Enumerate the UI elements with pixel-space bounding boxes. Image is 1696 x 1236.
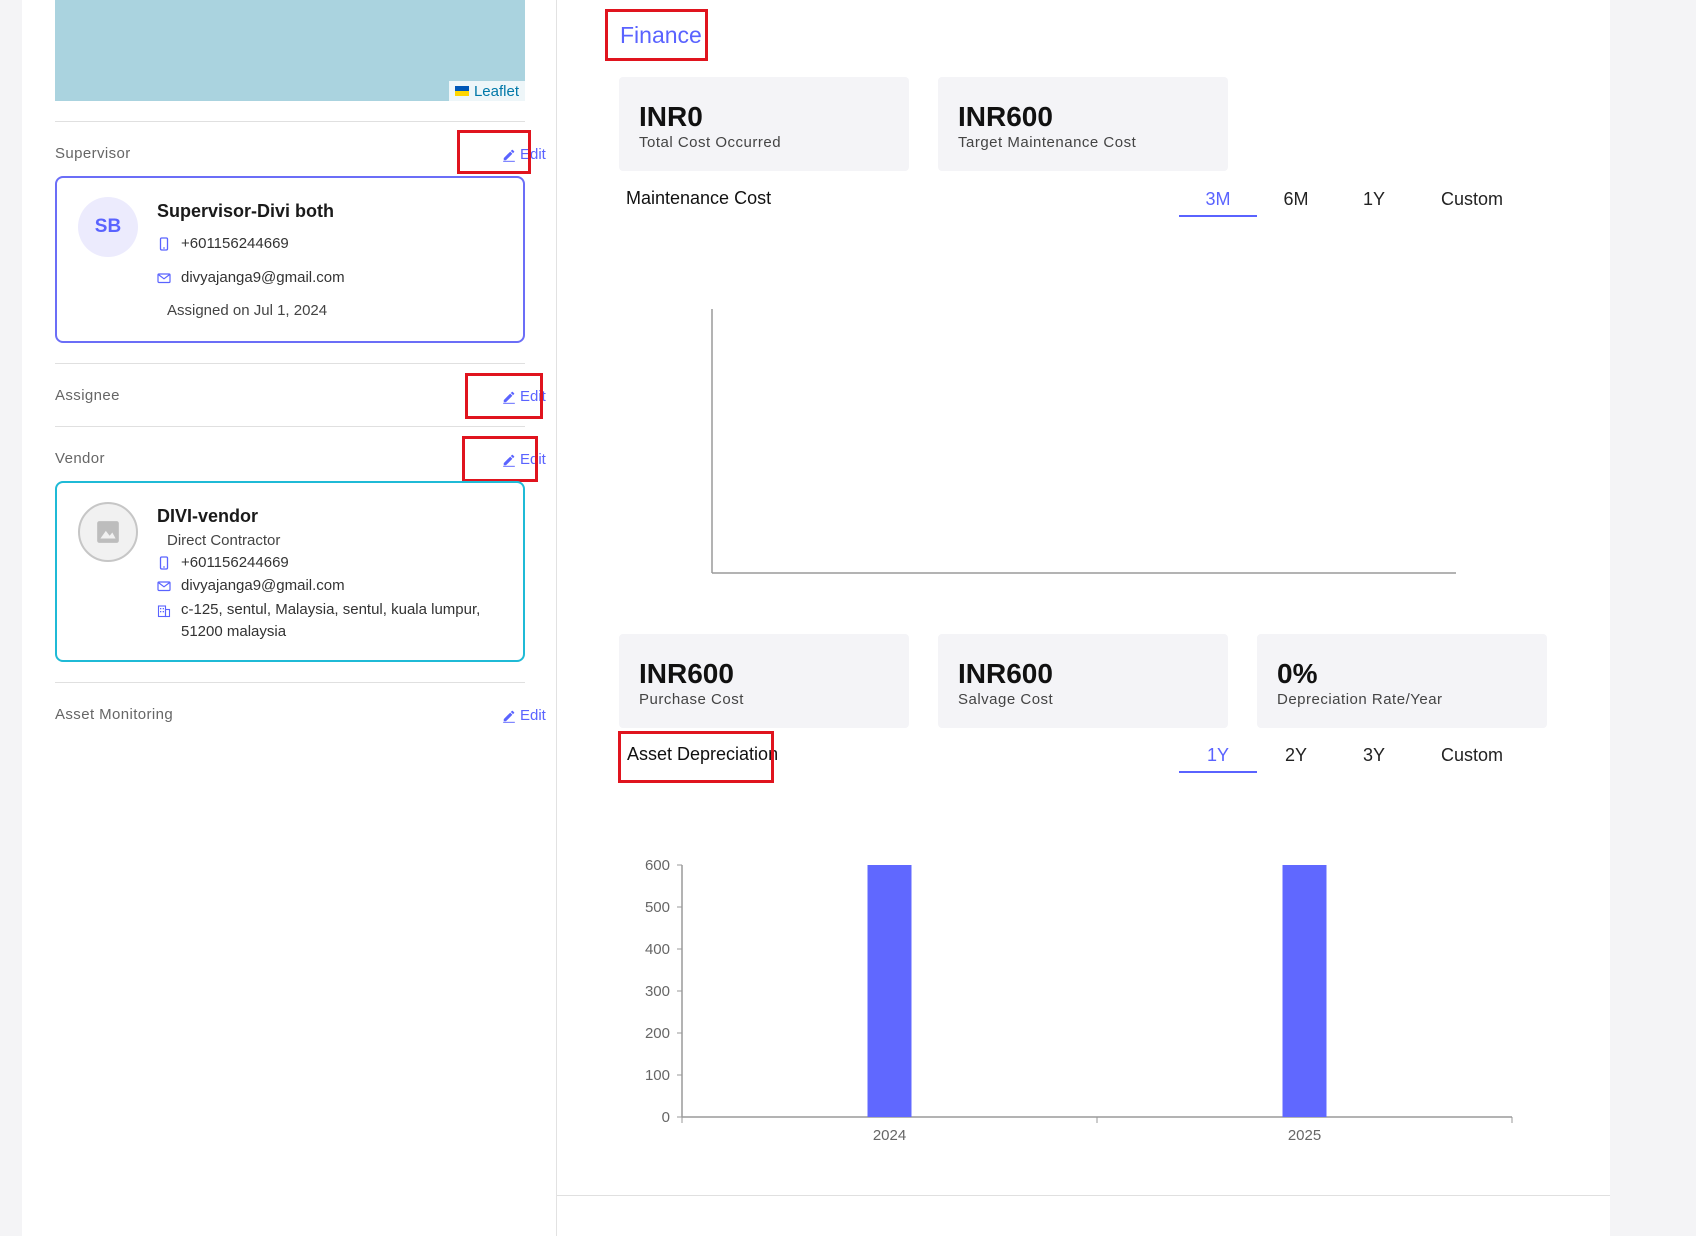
stat-card-purchase-cost: INR600 Purchase Cost: [619, 634, 909, 728]
highlight-box: [462, 436, 538, 482]
phone-icon: [159, 556, 169, 570]
divider: [55, 363, 525, 364]
vendor-name: DIVI-vendor: [157, 506, 259, 526]
vendor-phone-text: +601156244669: [181, 554, 289, 571]
vendor-address-line2: 51200 malaysia: [181, 623, 287, 640]
y-tick-label: 200: [645, 1025, 670, 1042]
assignee-label: Assignee: [55, 387, 120, 404]
supervisor-card[interactable]: SB Supervisor-Divi both +601156244669 di…: [55, 176, 525, 343]
tab-custom[interactable]: Custom: [1420, 189, 1524, 217]
vendor-label: Vendor: [55, 450, 105, 467]
tab-2y[interactable]: 2Y: [1257, 745, 1335, 773]
tab-6m[interactable]: 6M: [1257, 189, 1335, 217]
divider: [55, 682, 525, 683]
image-placeholder-icon: [97, 521, 119, 543]
tab-custom[interactable]: Custom: [1420, 745, 1524, 773]
highlight-box: [465, 373, 543, 419]
phone-icon: [159, 237, 169, 251]
stat-value: INR600: [639, 658, 734, 689]
map-attribution-label: Leaflet: [473, 82, 519, 100]
assigned-date: Assigned on Jul 1, 2024: [167, 302, 328, 319]
y-tick-label: 500: [645, 899, 670, 916]
y-tick-label: 300: [645, 983, 670, 1000]
highlight-box: [457, 130, 531, 174]
vendor-type: Direct Contractor: [167, 532, 281, 549]
y-tick-label: 0: [662, 1109, 670, 1126]
vendor-phone: +601156244669: [157, 554, 289, 571]
edit-label: Edit: [520, 707, 546, 724]
pencil-icon: [503, 710, 515, 723]
stat-label: Total Cost Occurred: [639, 134, 782, 151]
bar: [1282, 865, 1327, 1117]
stat-value: 0%: [1277, 658, 1318, 689]
y-tick-label: 100: [645, 1067, 670, 1084]
avatar: [78, 502, 138, 562]
asset-monitoring-edit-button[interactable]: Edit: [502, 707, 546, 724]
building-icon: [157, 605, 171, 618]
details-panel: Leaflet Supervisor Edit SB Supervisor-Di…: [22, 0, 557, 1236]
tab-3m[interactable]: 3M: [1179, 189, 1257, 217]
maintenance-cost-title: Maintenance Cost: [626, 188, 772, 208]
stat-card-target-maintenance: INR600 Target Maintenance Cost: [938, 77, 1228, 171]
vendor-card[interactable]: DIVI-vendor Direct Contractor +601156244…: [55, 481, 525, 662]
highlight-box: [605, 9, 708, 61]
stat-label: Target Maintenance Cost: [958, 134, 1137, 151]
divider: [55, 121, 525, 122]
page: Leaflet Supervisor Edit SB Supervisor-Di…: [22, 0, 1610, 1236]
stat-label: Salvage Cost: [958, 691, 1054, 708]
x-tick-label: 2025: [1288, 1127, 1321, 1144]
supervisor-phone: +601156244669: [157, 235, 289, 252]
vendor-address-text: c-125, sentul, Malaysia, sentul, kuala l…: [181, 599, 480, 643]
divider: [55, 426, 525, 427]
y-tick-label: 600: [645, 857, 670, 874]
tab-1y[interactable]: 1Y: [1179, 745, 1257, 773]
stat-value: INR0: [639, 101, 703, 132]
tab-1y[interactable]: 1Y: [1335, 189, 1413, 217]
vendor-email: divyajanga9@gmail.com: [157, 577, 345, 594]
stat-card-total-cost: INR0 Total Cost Occurred: [619, 77, 909, 171]
bar: [867, 865, 912, 1117]
asset-monitoring-label: Asset Monitoring: [55, 706, 174, 723]
mail-icon: [157, 273, 171, 284]
stat-label: Depreciation Rate/Year: [1277, 691, 1443, 708]
stat-value: INR600: [958, 101, 1053, 132]
tab-3y[interactable]: 3Y: [1335, 745, 1413, 773]
mail-icon: [157, 581, 171, 592]
divider: [557, 1195, 1610, 1196]
stat-card-salvage-cost: INR600 Salvage Cost: [938, 634, 1228, 728]
supervisor-label: Supervisor: [55, 145, 131, 162]
vendor-address: c-125, sentul, Malaysia, sentul, kuala l…: [157, 599, 480, 643]
highlight-box: [618, 731, 774, 783]
location-map[interactable]: Leaflet: [55, 0, 525, 101]
supervisor-phone-text: +601156244669: [181, 235, 289, 252]
stat-card-depreciation-rate: 0% Depreciation Rate/Year: [1257, 634, 1547, 728]
x-tick-label: 2024: [873, 1127, 906, 1144]
avatar: SB: [78, 197, 138, 257]
supervisor-email: divyajanga9@gmail.com: [157, 269, 345, 286]
ukraine-flag-icon: [454, 86, 469, 96]
supervisor-name: Supervisor-Divi both: [157, 201, 335, 221]
y-tick-label: 400: [645, 941, 670, 958]
vendor-email-text: divyajanga9@gmail.com: [181, 577, 345, 594]
avatar-initials: SB: [94, 216, 122, 237]
vendor-address-line1: c-125, sentul, Malaysia, sentul, kuala l…: [181, 601, 481, 618]
supervisor-email-text: divyajanga9@gmail.com: [181, 269, 345, 286]
stat-value: INR600: [958, 658, 1053, 689]
map-attribution[interactable]: Leaflet: [448, 81, 525, 101]
stat-label: Purchase Cost: [639, 691, 744, 708]
